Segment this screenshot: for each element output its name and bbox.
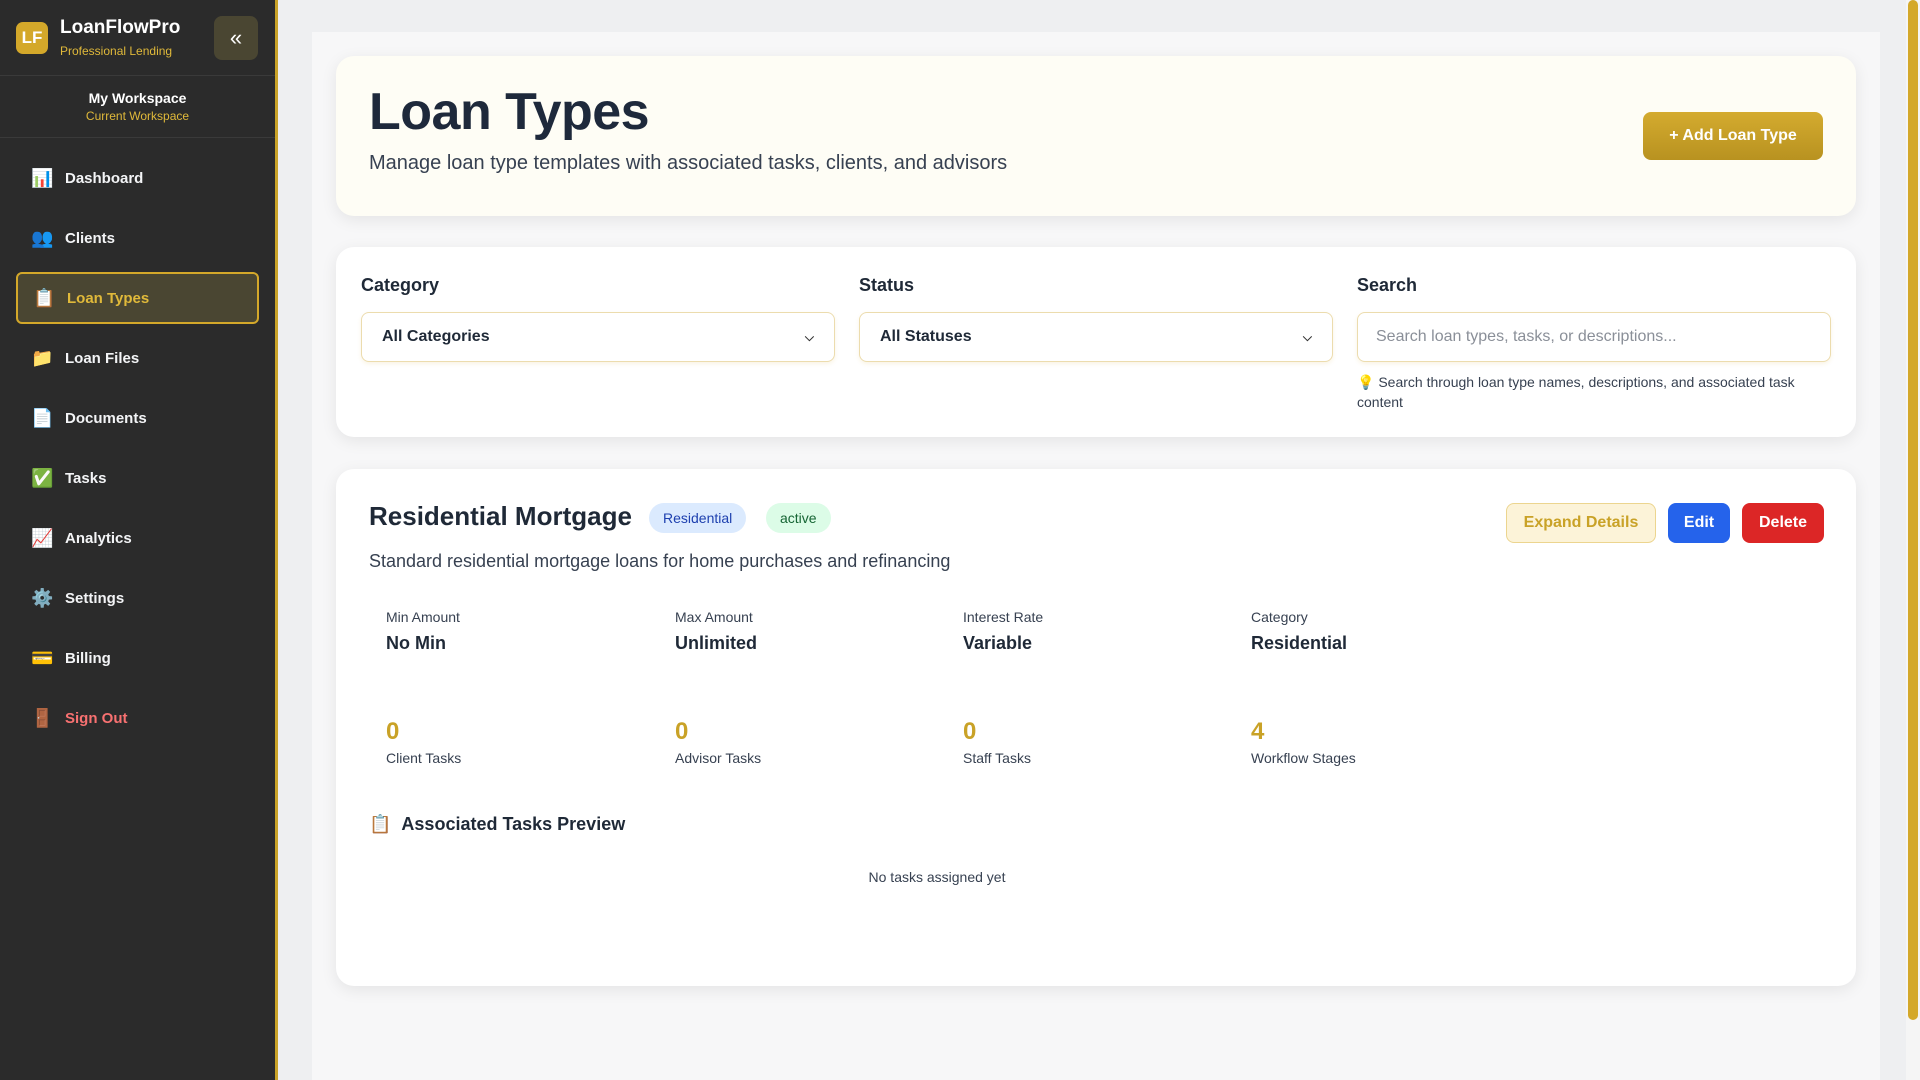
users-icon: 👥: [31, 227, 54, 248]
document-icon: 📄: [31, 407, 54, 428]
stat-min-amount: Min Amount No Min: [386, 609, 460, 653]
sidebar-item-label: Tasks: [65, 469, 107, 487]
chevron-down-icon: ⌵: [804, 329, 814, 344]
search-label: Search: [1357, 275, 1418, 295]
sidebar-item-label: Settings: [65, 589, 125, 607]
status-badge: active: [766, 503, 831, 533]
count-staff-tasks: 0 Staff Tasks: [963, 718, 1031, 766]
stat-category: Category Residential: [1251, 609, 1348, 653]
brand-subtitle: Professional Lending: [60, 43, 173, 58]
category-selected-value: All Categories: [382, 328, 490, 345]
sidebar-item-label: Loan Files: [65, 349, 140, 367]
delete-button[interactable]: Delete: [1742, 503, 1824, 543]
double-chevron-left-icon: «: [229, 25, 243, 50]
workspace-name: My Workspace: [88, 90, 187, 106]
sidebar-item-label: Analytics: [65, 529, 132, 547]
expand-details-button[interactable]: Expand Details: [1506, 503, 1656, 543]
search-hint-text: Search through loan type names, descript…: [1357, 374, 1795, 410]
chart-icon: 📊: [31, 167, 54, 188]
brand-logo: LF: [16, 21, 48, 54]
sidebar-item-sign-out[interactable]: 🚪 Sign Out: [16, 692, 259, 744]
workspace-switcher[interactable]: My Workspace Current Workspace: [0, 76, 275, 138]
search-filter: Search Search loan types, tasks, or desc…: [1357, 275, 1831, 412]
sidebar-item-label: Documents: [65, 409, 147, 427]
loan-type-name: Residential Mortgage: [369, 501, 632, 531]
sidebar-item-label: Clients: [65, 229, 116, 247]
sidebar-item-label: Loan Types: [67, 289, 150, 307]
clipboard-icon: 📋: [369, 814, 392, 834]
gear-icon: ⚙️: [31, 587, 54, 608]
status-filter: Status All Statuses ⌵: [859, 275, 1333, 362]
count-client-tasks: 0 Client Tasks: [386, 718, 462, 766]
clipboard-icon: 📋: [33, 287, 56, 308]
status-select[interactable]: All Statuses ⌵: [859, 312, 1333, 362]
sidebar-nav: 📊 Dashboard 👥 Clients 📋 Loan Types 📁 Loa…: [0, 138, 275, 766]
count-advisor-tasks: 0 Advisor Tasks: [675, 718, 762, 766]
add-loan-type-button[interactable]: + Add Loan Type: [1643, 112, 1823, 160]
folder-icon: 📁: [31, 347, 54, 368]
sidebar-item-loan-types[interactable]: 📋 Loan Types: [16, 272, 259, 324]
stat-max-amount: Max Amount Unlimited: [675, 609, 758, 653]
search-hint: 💡 Search through loan type names, descri…: [1357, 372, 1831, 412]
category-filter: Category All Categories ⌵: [361, 275, 835, 362]
sidebar-item-tasks[interactable]: ✅ Tasks: [16, 452, 259, 504]
loan-type-description: Standard residential mortgage loans for …: [369, 551, 951, 571]
no-tasks-message: No tasks assigned yet: [868, 869, 1006, 885]
page-subtitle: Manage loan type templates with associat…: [369, 152, 1008, 174]
sidebar-item-documents[interactable]: 📄 Documents: [16, 392, 259, 444]
sidebar: LF LoanFlowPro Professional Lending « My…: [0, 0, 278, 1080]
sidebar-item-clients[interactable]: 👥 Clients: [16, 212, 259, 264]
brand-name: LoanFlowPro: [60, 16, 181, 38]
page-header: Loan Types Manage loan type templates wi…: [336, 56, 1856, 216]
loan-type-card: Residential Mortgage Residential active …: [336, 469, 1856, 986]
workspace-subtitle: Current Workspace: [85, 109, 190, 123]
sidebar-item-label: Billing: [65, 649, 111, 667]
associated-tasks-title: Associated Tasks Preview: [401, 814, 626, 834]
brand-header: LF LoanFlowPro Professional Lending «: [0, 0, 275, 76]
count-workflow-stages: 4 Workflow Stages: [1251, 718, 1356, 766]
checkmark-icon: ✅: [31, 467, 54, 488]
lightbulb-icon: 💡: [1357, 374, 1375, 390]
trend-chart-icon: 📈: [31, 527, 54, 548]
sidebar-item-analytics[interactable]: 📈 Analytics: [16, 512, 259, 564]
collapse-sidebar-button[interactable]: «: [214, 16, 258, 60]
scrollbar[interactable]: [1906, 0, 1920, 1080]
door-icon: 🚪: [31, 707, 54, 728]
sidebar-item-loan-files[interactable]: 📁 Loan Files: [16, 332, 259, 384]
status-selected-value: All Statuses: [880, 328, 972, 345]
credit-card-icon: 💳: [31, 647, 54, 668]
page-title: Loan Types: [369, 83, 650, 141]
sidebar-item-label: Sign Out: [65, 709, 128, 727]
category-badge: Residential: [649, 503, 747, 533]
sidebar-item-billing[interactable]: 💳 Billing: [16, 632, 259, 684]
sidebar-item-dashboard[interactable]: 📊 Dashboard: [16, 152, 259, 204]
chevron-down-icon: ⌵: [1302, 329, 1312, 344]
stat-interest-rate: Interest Rate Variable: [963, 609, 1044, 653]
scrollbar-thumb[interactable]: [1908, 0, 1918, 1020]
sidebar-item-settings[interactable]: ⚙️ Settings: [16, 572, 259, 624]
edit-button[interactable]: Edit: [1668, 503, 1730, 543]
sidebar-item-label: Dashboard: [65, 169, 144, 187]
filter-panel: Category All Categories ⌵ Status All Sta…: [336, 247, 1856, 437]
status-label: Status: [859, 275, 915, 295]
associated-tasks-heading: 📋 Associated Tasks Preview: [369, 814, 625, 835]
search-input[interactable]: Search loan types, tasks, or description…: [1357, 312, 1831, 362]
category-label: Category: [361, 275, 440, 295]
category-select[interactable]: All Categories ⌵: [361, 312, 835, 362]
